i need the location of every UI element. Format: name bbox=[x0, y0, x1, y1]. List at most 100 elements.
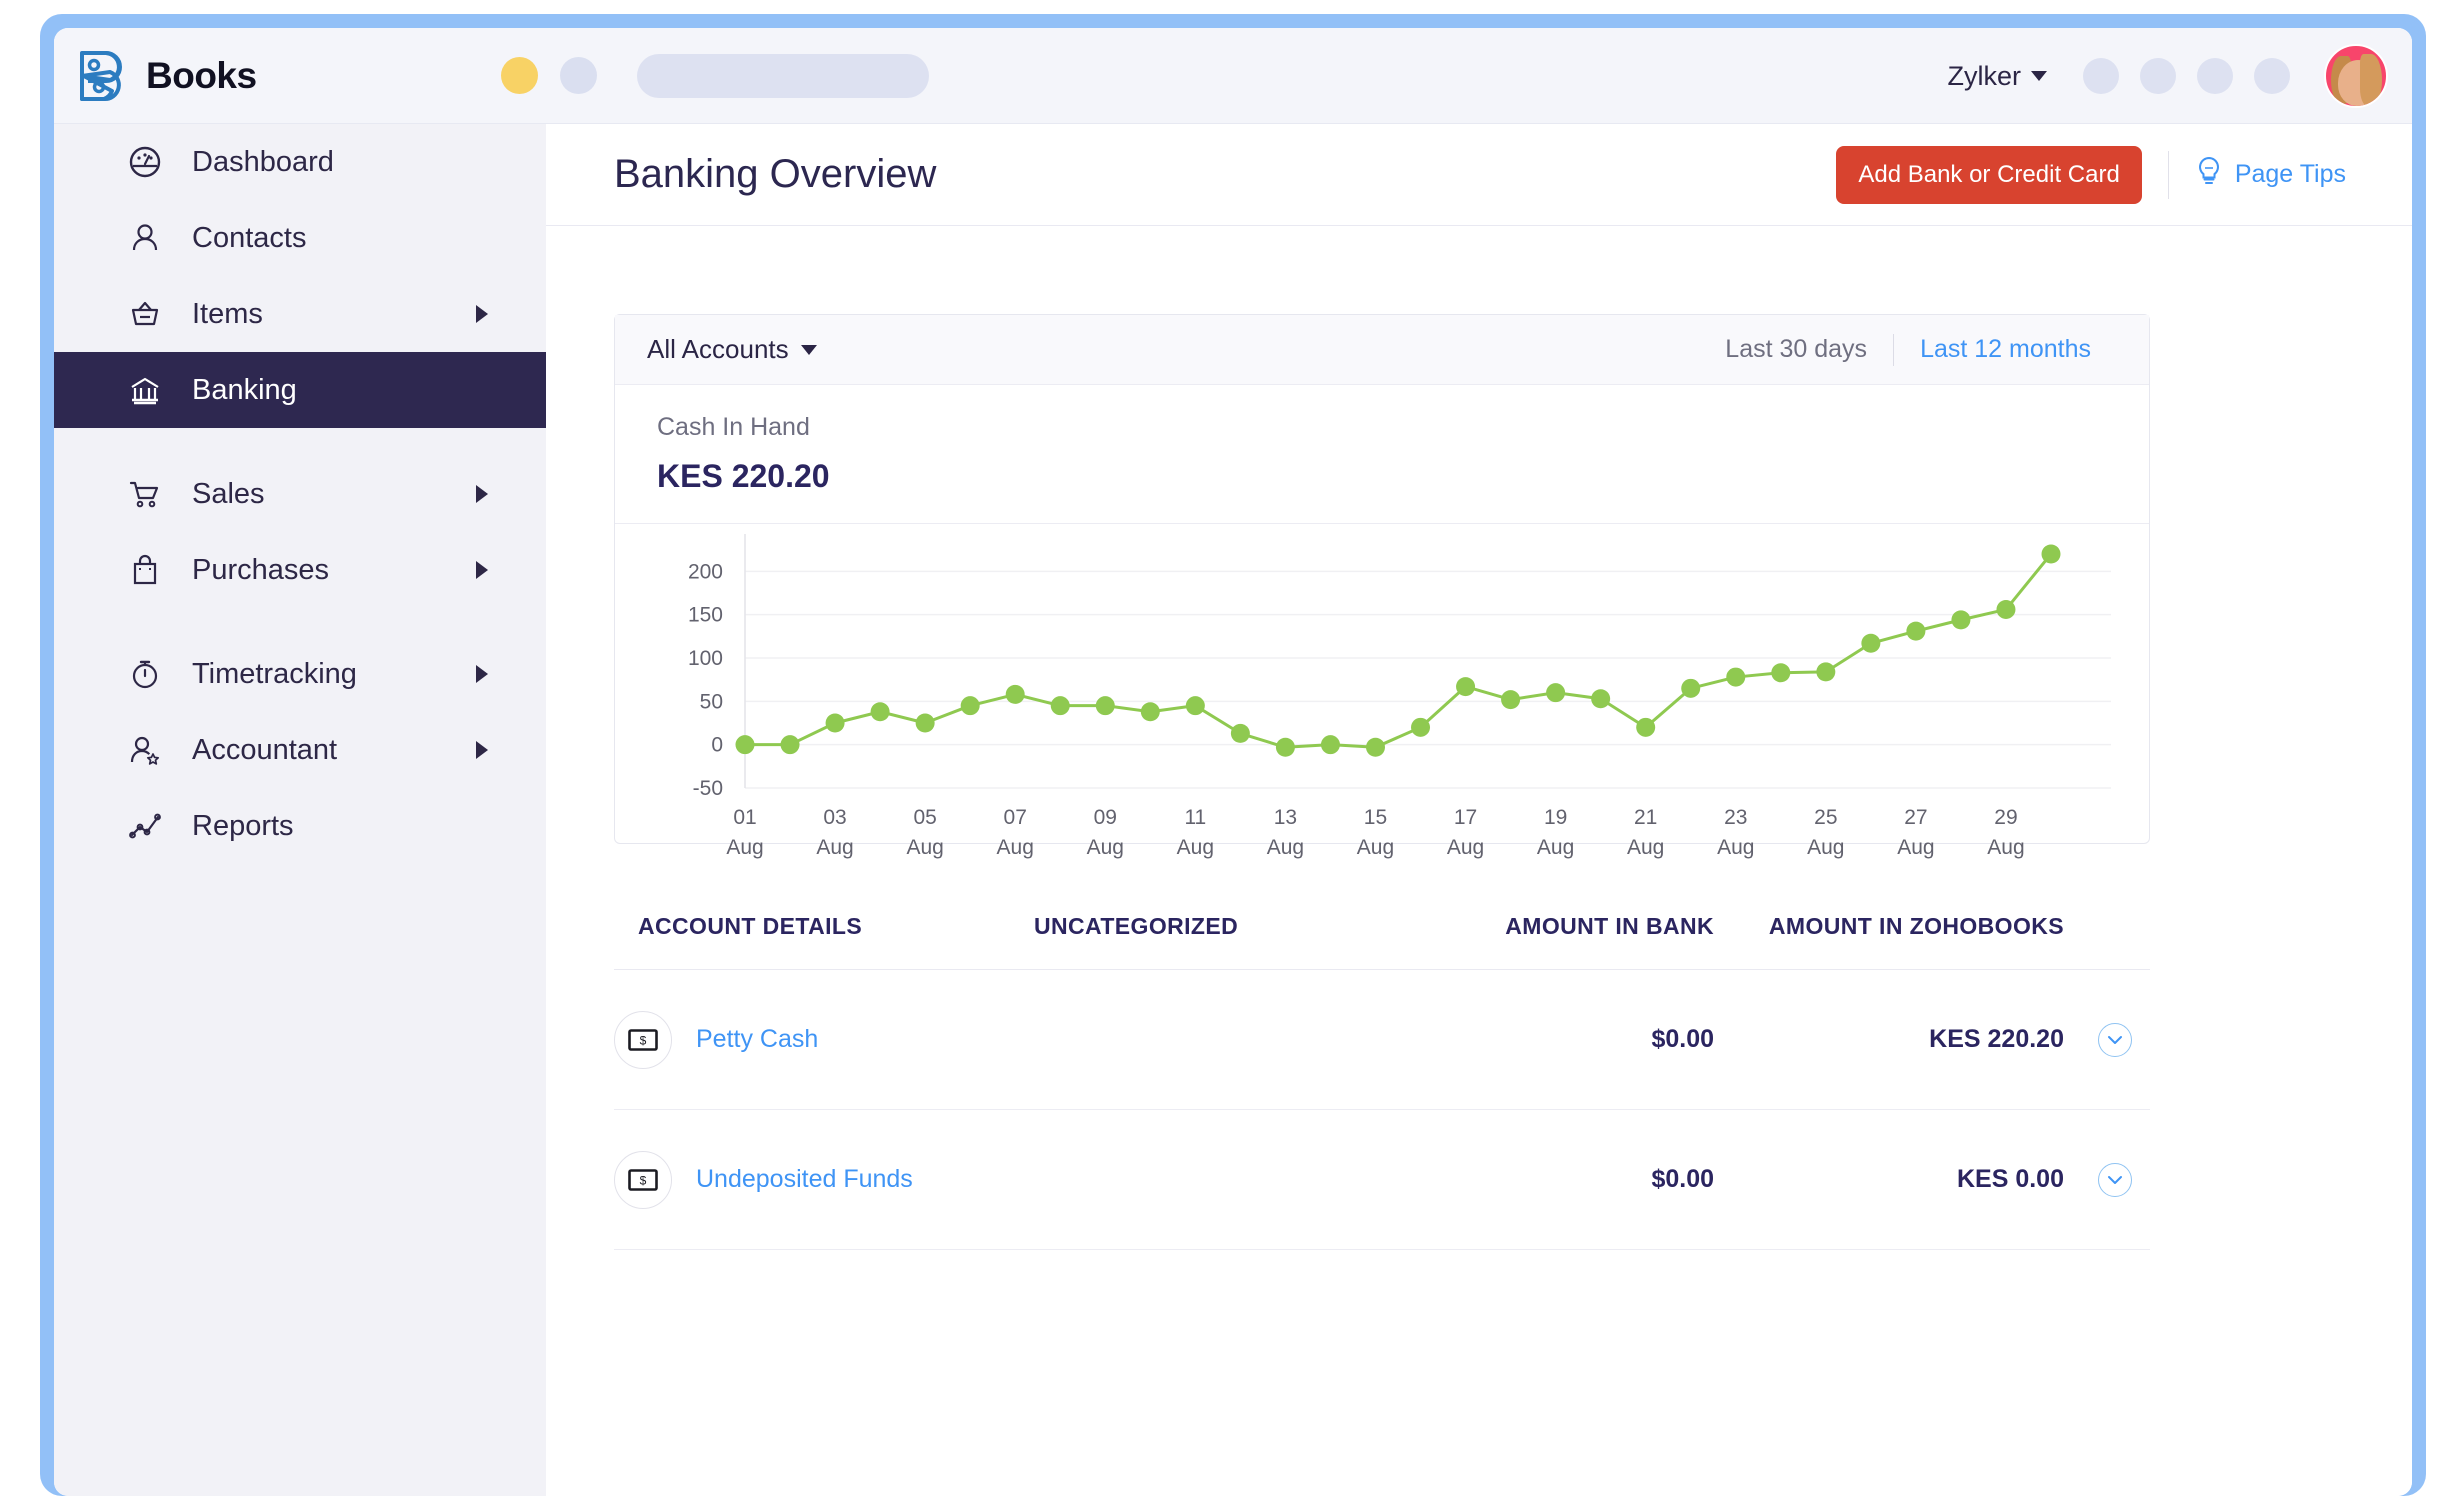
column-header-uncategorized: UNCATEGORIZED bbox=[1034, 913, 1239, 939]
svg-text:01: 01 bbox=[733, 806, 756, 829]
svg-text:Aug: Aug bbox=[997, 836, 1034, 859]
brand[interactable]: Books bbox=[70, 45, 257, 107]
chart-data-point[interactable] bbox=[1411, 717, 1431, 737]
chart-data-point[interactable] bbox=[1365, 737, 1385, 757]
range-tab-last-12-months[interactable]: Last 12 months bbox=[1894, 335, 2117, 364]
chevron-down-icon bbox=[800, 344, 817, 355]
expand-row-chevron-down-icon[interactable] bbox=[2098, 1022, 2132, 1057]
chart-data-point[interactable] bbox=[1275, 737, 1295, 757]
svg-text:Aug: Aug bbox=[1807, 836, 1844, 859]
chart-data-point[interactable] bbox=[1050, 696, 1070, 716]
chart-data-point[interactable] bbox=[1726, 667, 1746, 687]
sidebar-item-dashboard[interactable]: Dashboard bbox=[54, 124, 546, 200]
sidebar-item-label: Accountant bbox=[192, 733, 338, 766]
address-bar[interactable] bbox=[636, 53, 929, 98]
brand-name: Books bbox=[146, 54, 257, 96]
chart-data-point[interactable] bbox=[780, 735, 800, 755]
chart-data-point[interactable] bbox=[1456, 677, 1476, 697]
cash-in-hand-block: Cash In Hand KES 220.20 bbox=[615, 385, 2149, 495]
chart-data-point[interactable] bbox=[1636, 717, 1656, 737]
table-row[interactable]: $ Petty Cash $0.00 KES 220.20 bbox=[614, 970, 2150, 1110]
chart-data-point[interactable] bbox=[870, 702, 890, 722]
svg-text:13: 13 bbox=[1274, 806, 1297, 829]
chart-data-point[interactable] bbox=[1771, 663, 1791, 683]
window-control-grey[interactable] bbox=[559, 57, 597, 94]
table-header-row: ACCOUNT DETAILS UNCATEGORIZED AMOUNT IN … bbox=[614, 884, 2150, 970]
header-icon-placeholder-1[interactable] bbox=[2083, 58, 2119, 94]
range-tab-last-30-days[interactable]: Last 30 days bbox=[1699, 335, 1893, 364]
organization-name: Zylker bbox=[1947, 60, 2022, 91]
date-range-tabs: Last 30 days Last 12 months bbox=[1699, 333, 2117, 366]
add-bank-or-credit-card-button[interactable]: Add Bank or Credit Card bbox=[1836, 145, 2142, 204]
page-tips-button[interactable]: Page Tips bbox=[2195, 156, 2346, 193]
chart-data-point[interactable] bbox=[1320, 735, 1340, 755]
account-name-link[interactable]: Petty Cash bbox=[696, 1025, 818, 1054]
chart-data-point[interactable] bbox=[1005, 684, 1025, 704]
cash-account-icon: $ bbox=[614, 1150, 672, 1209]
svg-text:150: 150 bbox=[688, 604, 723, 627]
svg-text:Aug: Aug bbox=[1897, 836, 1934, 859]
chart-data-point[interactable] bbox=[1816, 662, 1836, 682]
chart-data-point[interactable] bbox=[1230, 723, 1250, 743]
chart-data-point[interactable] bbox=[1095, 696, 1115, 716]
bank-icon bbox=[126, 371, 164, 409]
cell-expand bbox=[2064, 1022, 2146, 1057]
header-icon-placeholder-4[interactable] bbox=[2254, 58, 2290, 94]
chart-data-point[interactable] bbox=[1996, 599, 2016, 619]
sidebar-item-contacts[interactable]: Contacts bbox=[54, 200, 546, 276]
svg-text:50: 50 bbox=[700, 690, 723, 713]
svg-text:07: 07 bbox=[1004, 806, 1027, 829]
avatar-hair-right bbox=[2360, 54, 2382, 106]
svg-text:Aug: Aug bbox=[816, 836, 853, 859]
chart-data-point[interactable] bbox=[2041, 544, 2061, 564]
cell-account-details: $ Undeposited Funds bbox=[614, 1150, 1034, 1209]
chart-data-point[interactable] bbox=[1546, 683, 1566, 703]
sidebar-item-items[interactable]: Items bbox=[54, 276, 546, 352]
books-logo-icon bbox=[70, 45, 132, 107]
sidebar-item-purchases[interactable]: Purchases bbox=[54, 532, 546, 608]
chart-data-point[interactable] bbox=[1906, 621, 1926, 641]
svg-text:11: 11 bbox=[1184, 806, 1206, 829]
app-window: Books Zylker Dashboard Contacts Items Ba… bbox=[54, 28, 2412, 1496]
chart-data-point[interactable] bbox=[915, 713, 935, 733]
account-name-link[interactable]: Undeposited Funds bbox=[696, 1165, 913, 1194]
sidebar-item-accountant[interactable]: Accountant bbox=[54, 712, 546, 788]
header-icon-placeholder-3[interactable] bbox=[2197, 58, 2233, 94]
chart-data-point[interactable] bbox=[960, 696, 980, 716]
svg-text:25: 25 bbox=[1814, 806, 1837, 829]
reports-icon bbox=[126, 807, 164, 845]
cell-account-details: $ Petty Cash bbox=[614, 1010, 1034, 1069]
column-header-amount-in-bank: AMOUNT IN BANK bbox=[1505, 913, 1714, 939]
svg-text:29: 29 bbox=[1994, 806, 2017, 829]
bag-icon bbox=[126, 551, 164, 589]
sidebar-item-timetracking[interactable]: Timetracking bbox=[54, 636, 546, 712]
sidebar-item-banking[interactable]: Banking bbox=[54, 352, 546, 428]
chart-data-point[interactable] bbox=[1501, 690, 1521, 710]
organization-switcher[interactable]: Zylker bbox=[1947, 60, 2047, 92]
sidebar-item-label: Items bbox=[192, 297, 263, 330]
window-control-yellow[interactable] bbox=[500, 57, 538, 94]
chart-data-point[interactable] bbox=[825, 713, 845, 733]
svg-text:23: 23 bbox=[1724, 806, 1747, 829]
avatar[interactable] bbox=[2324, 44, 2388, 108]
table-row[interactable]: $ Undeposited Funds $0.00 KES 0.00 bbox=[614, 1110, 2150, 1250]
items-icon bbox=[126, 295, 164, 333]
chart-data-point[interactable] bbox=[1951, 610, 1971, 630]
sidebar-item-sales[interactable]: Sales bbox=[54, 456, 546, 532]
chart-series-line bbox=[745, 553, 2053, 749]
svg-text:05: 05 bbox=[913, 806, 936, 829]
sidebar-item-reports[interactable]: Reports bbox=[54, 788, 546, 864]
account-filter-dropdown[interactable]: All Accounts bbox=[647, 334, 817, 365]
browser-chrome-controls bbox=[500, 53, 929, 98]
chart-data-point[interactable] bbox=[735, 735, 755, 755]
chart-data-point[interactable] bbox=[1861, 633, 1881, 653]
cell-amount-in-zohobooks: KES 220.20 bbox=[1929, 1025, 2064, 1053]
expand-row-chevron-down-icon[interactable] bbox=[2098, 1162, 2132, 1197]
header-icon-placeholder-2[interactable] bbox=[2140, 58, 2176, 94]
sidebar-item-label: Dashboard bbox=[192, 145, 334, 178]
chart-data-point[interactable] bbox=[1681, 678, 1701, 698]
sidebar-item-label: Sales bbox=[192, 477, 265, 510]
chart-data-point[interactable] bbox=[1140, 702, 1160, 722]
chart-data-point[interactable] bbox=[1591, 689, 1611, 709]
chart-data-point[interactable] bbox=[1185, 696, 1205, 716]
